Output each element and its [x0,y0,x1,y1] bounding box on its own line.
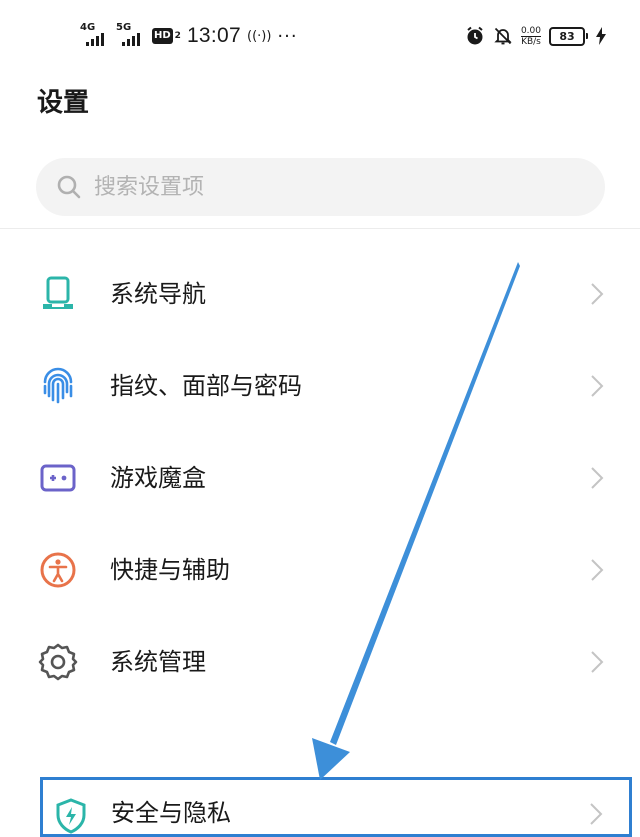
signal-4g-icon: 4G [80,23,110,48]
mute-bell-icon [494,27,512,45]
settings-list: 系统导航 指纹、面部与密码 游戏魔盒 快捷与辅助 系统管理 [0,248,640,708]
settings-item-label: 系统导航 [110,280,206,308]
signal-5g-icon: 5G [116,23,146,48]
settings-item-fingerprint[interactable]: 指纹、面部与密码 [0,340,640,432]
status-bar-left: 4G 5G HD 2 13:07 ((·)) ··· [80,22,298,50]
status-bar-right: 0.00 KB/s 83 [465,22,606,50]
system-navigation-icon [38,274,78,314]
settings-item-system-management[interactable]: 系统管理 [0,616,640,708]
page-title: 设置 [37,88,90,118]
divider [0,228,640,229]
accessibility-icon [38,550,78,590]
chevron-right-icon [590,803,603,825]
search-icon [50,168,88,206]
settings-item-label: 指纹、面部与密码 [110,372,302,400]
status-bar: 4G 5G HD 2 13:07 ((·)) ··· 0.00 KB/s 83 [0,0,640,70]
chevron-right-icon [591,467,604,489]
hd-voice-icon: HD [152,28,173,44]
settings-item-shortcuts-accessibility[interactable]: 快捷与辅助 [0,524,640,616]
settings-item-label: 系统管理 [110,648,206,676]
search-bar[interactable] [36,158,605,216]
charging-bolt-icon [596,27,606,45]
chevron-right-icon [591,651,604,673]
more-notifications-icon: ··· [277,25,298,47]
chevron-right-icon [591,283,604,305]
gamepad-icon [38,458,78,498]
settings-item-system-navigation[interactable]: 系统导航 [0,248,640,340]
hotspot-icon: ((·)) [247,28,272,44]
settings-item-label: 安全与隐私 [111,799,231,827]
alarm-icon [467,26,483,45]
gear-icon [38,642,78,682]
fingerprint-icon [38,366,78,406]
network-speed: 0.00 KB/s [520,25,541,47]
settings-item-game-box[interactable]: 游戏魔盒 [0,432,640,524]
settings-item-label: 快捷与辅助 [110,556,230,584]
shield-icon [56,798,86,834]
hd-sub-label: 2 [174,30,181,41]
chevron-right-icon [591,559,604,581]
chevron-right-icon [591,375,604,397]
search-input[interactable] [92,173,576,201]
settings-item-security-privacy[interactable]: 安全与隐私 [40,777,632,837]
settings-item-label: 游戏魔盒 [110,464,206,492]
status-time: 13:07 [186,24,241,47]
battery-icon: 83 [549,26,588,46]
